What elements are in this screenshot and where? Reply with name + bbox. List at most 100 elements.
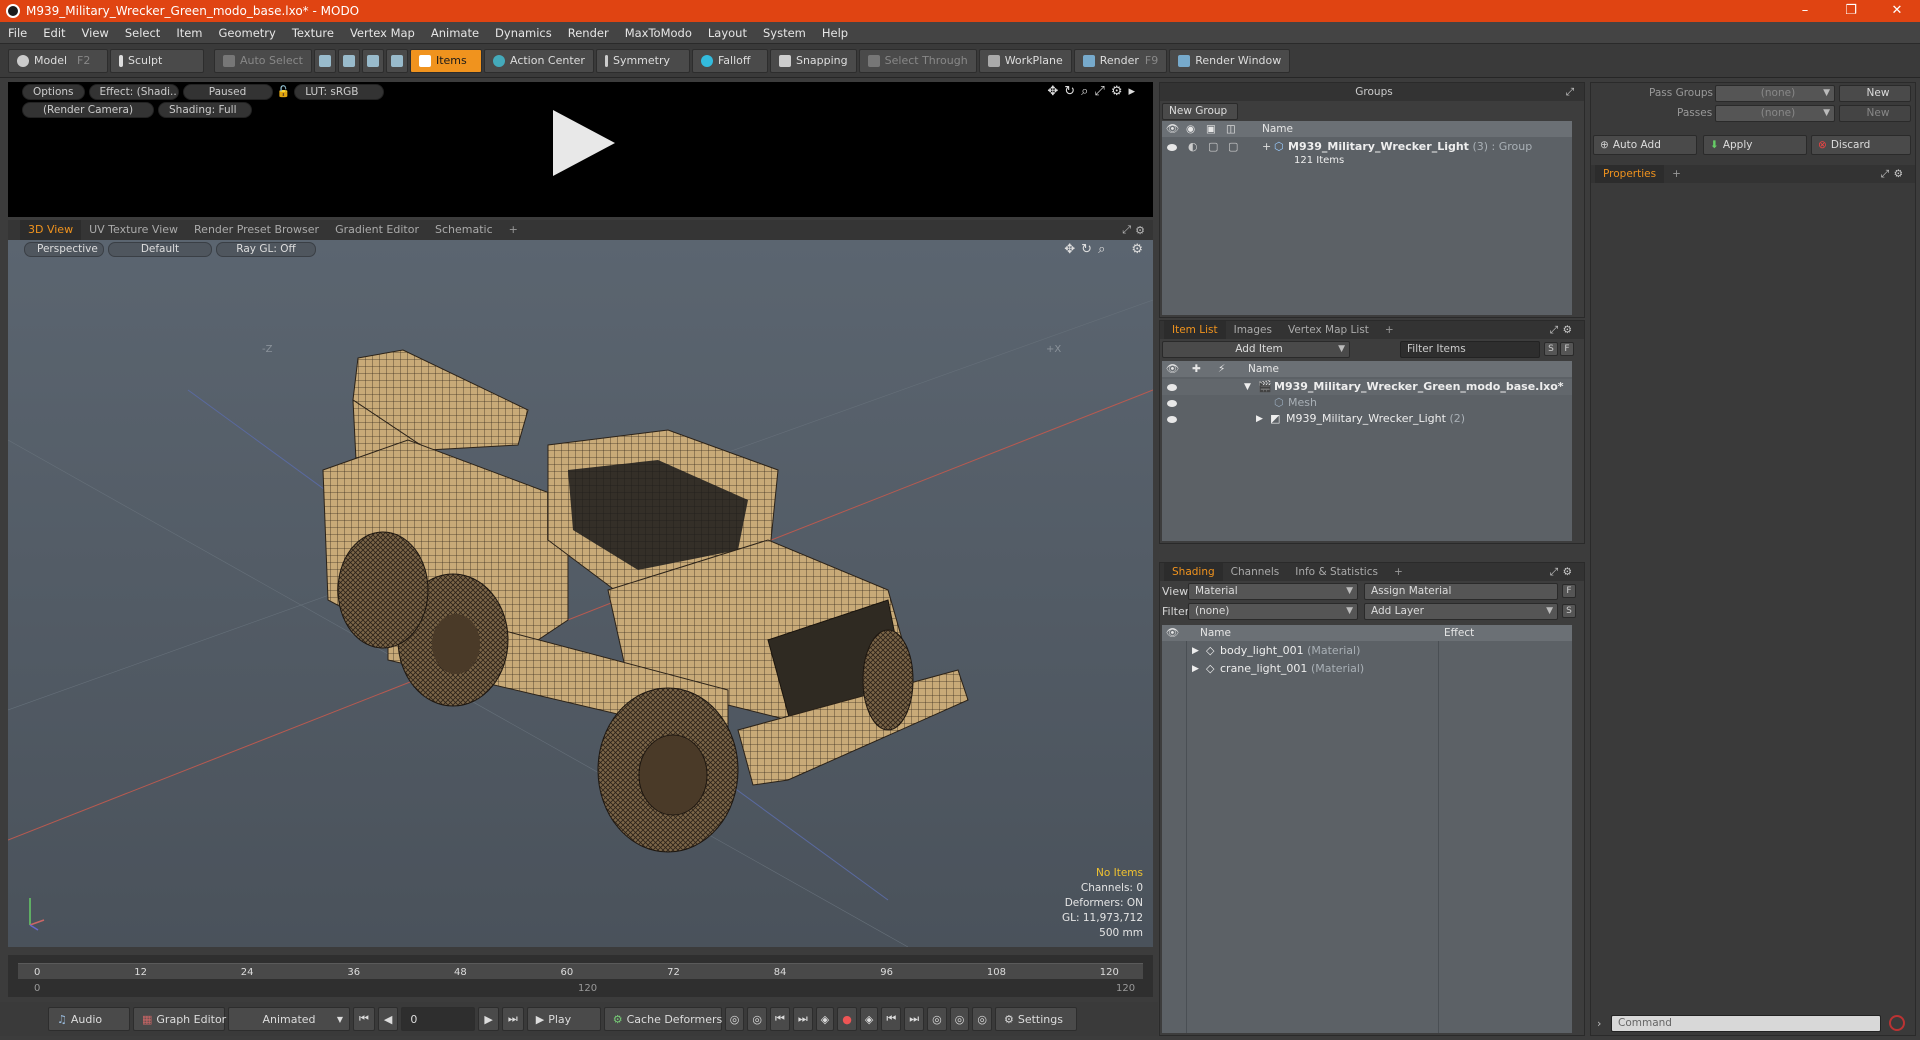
command-input[interactable]: Command	[1611, 1015, 1881, 1032]
gear-icon[interactable]: ⚙	[1135, 224, 1145, 237]
add-tab-button[interactable]: +	[1377, 321, 1402, 339]
graph-editor-button[interactable]: ▦ Graph Editor	[133, 1007, 226, 1031]
list-item[interactable]: ▼ 🎬 M939_Military_Wrecker_Green_modo_bas…	[1162, 379, 1572, 395]
shading-s-button[interactable]: S	[1562, 604, 1576, 618]
key-tool-9[interactable]: ◎	[927, 1007, 947, 1031]
discard-button[interactable]: ⊗ Discard	[1811, 135, 1911, 155]
expand-icon[interactable]: ⤢	[1881, 168, 1889, 181]
add-layer-dropdown[interactable]: Add Layer ▼	[1364, 603, 1558, 620]
expand-arrow-icon[interactable]: ▶	[1192, 661, 1199, 677]
add-item-dropdown[interactable]: Add Item ▼	[1162, 341, 1350, 358]
visibility-icon[interactable]	[1167, 384, 1177, 391]
menu-system[interactable]: System	[755, 26, 814, 40]
expand-icon[interactable]: ⤢	[1550, 324, 1558, 337]
material-mode-button[interactable]	[385, 48, 408, 73]
gear-icon[interactable]: ⚙	[1894, 168, 1903, 180]
expand-arrow-icon[interactable]: ▶	[1256, 411, 1263, 427]
truck-model[interactable]	[8, 240, 1153, 947]
menu-select[interactable]: Select	[117, 26, 168, 40]
add-tab-button[interactable]: +	[501, 220, 526, 240]
settings-button[interactable]: ⚙ Settings	[994, 1007, 1077, 1031]
key-tool-5[interactable]: ◈	[815, 1007, 835, 1031]
play-small-icon[interactable]: ▸	[1128, 84, 1135, 99]
lock-icon[interactable]: 🔓	[277, 84, 291, 100]
visibility-icon[interactable]	[1167, 144, 1177, 151]
menu-dynamics[interactable]: Dynamics	[487, 26, 560, 40]
tab-vertex-map-list[interactable]: Vertex Map List	[1280, 321, 1377, 339]
animated-dropdown[interactable]: Animated ▼	[228, 1007, 350, 1031]
vertex-mode-button[interactable]	[313, 48, 336, 73]
go-end-button[interactable]: ⏭	[501, 1007, 524, 1031]
list-item[interactable]: ▶ ◩ M939_Military_Wrecker_Light (2)	[1162, 411, 1572, 427]
apply-button[interactable]: ⬇ Apply	[1703, 135, 1807, 155]
auto-add-button[interactable]: ⊕ Auto Add	[1593, 135, 1697, 155]
key-tool-8[interactable]: ⏭	[904, 1007, 925, 1031]
new-pass-group-button[interactable]: New	[1839, 85, 1911, 102]
preview-camera-dropdown[interactable]: (Render Camera)	[22, 102, 154, 118]
tab-schematic[interactable]: Schematic	[427, 220, 501, 240]
workplane-button[interactable]: WorkPlane	[978, 48, 1072, 73]
key-tool-11[interactable]: ◎	[972, 1007, 992, 1031]
key-tool-4[interactable]: ⏭	[792, 1007, 813, 1031]
record-macro-icon[interactable]	[1889, 1015, 1905, 1031]
select-icon[interactable]: ▢	[1228, 139, 1238, 155]
lock-icon[interactable]: ▢	[1208, 139, 1218, 155]
add-tab-button[interactable]: +	[1386, 563, 1411, 581]
collapse-arrow-icon[interactable]: ▼	[1244, 379, 1251, 395]
key-tool-10[interactable]: ◎	[949, 1007, 970, 1031]
render-icon[interactable]: ◐	[1188, 139, 1198, 155]
maximize-button[interactable]: ❐	[1828, 0, 1874, 22]
preview-effect-dropdown[interactable]: Effect: (Shadi...	[88, 84, 179, 100]
key-tool-6[interactable]: ◈	[859, 1007, 879, 1031]
expand-arrow-icon[interactable]: ▶	[1192, 643, 1199, 659]
falloff-button[interactable]: Falloff	[691, 48, 768, 73]
tab-3d-view[interactable]: 3D View	[20, 220, 82, 240]
view-dropdown[interactable]: Material ▼	[1188, 583, 1358, 600]
menu-maxtomodo[interactable]: MaxToModo	[617, 26, 700, 40]
play-icon[interactable]	[553, 110, 615, 176]
rotate-icon[interactable]: ↻	[1064, 84, 1075, 99]
go-start-button[interactable]: ⏮	[353, 1007, 375, 1031]
cache-deformers-button[interactable]: ⚙ Cache Deformers	[603, 1007, 722, 1031]
next-frame-button[interactable]: ▶	[478, 1007, 499, 1031]
menu-render[interactable]: Render	[560, 26, 617, 40]
tab-render-preset-browser[interactable]: Render Preset Browser	[186, 220, 327, 240]
menu-layout[interactable]: Layout	[700, 26, 755, 40]
tab-channels[interactable]: Channels	[1223, 563, 1288, 581]
groups-list[interactable]: 👁 ◉ ▣ ◫ Name ◐ ▢ ▢ + ⬡ M939_Military_Wre…	[1162, 121, 1572, 315]
3d-viewport[interactable]: Perspective Default Ray GL: Off ✥ ↻ ⌕ ⚙ …	[8, 240, 1153, 947]
preview-shading-dropdown[interactable]: Shading: Full	[158, 102, 252, 118]
minimize-button[interactable]: –	[1782, 0, 1828, 22]
expand-toggle-icon[interactable]: +	[1262, 139, 1271, 155]
items-mode-button[interactable]: Items	[409, 48, 482, 73]
passes-dropdown[interactable]: (none) ▼	[1715, 105, 1835, 122]
menu-item[interactable]: Item	[168, 26, 210, 40]
symmetry-button[interactable]: Symmetry	[595, 48, 690, 73]
pan-icon[interactable]: ✥	[1047, 84, 1058, 99]
visibility-icon[interactable]	[1167, 416, 1177, 423]
assign-material-button[interactable]: Assign Material	[1364, 583, 1558, 600]
shading-tree[interactable]: 👁 Name Effect ▶ ◇ body_light_001 (Materi…	[1162, 625, 1572, 1033]
select-through-button[interactable]: Select Through	[858, 48, 977, 73]
snapping-button[interactable]: Snapping	[769, 48, 857, 73]
menu-animate[interactable]: Animate	[423, 26, 487, 40]
menu-geometry[interactable]: Geometry	[211, 26, 284, 40]
key-tool-7[interactable]: ⏮	[881, 1007, 902, 1031]
frame-input[interactable]: 0	[401, 1007, 476, 1031]
tab-uv-texture-view[interactable]: UV Texture View	[81, 220, 186, 240]
render-button[interactable]: Render F9	[1073, 48, 1168, 73]
menu-vertex-map[interactable]: Vertex Map	[342, 26, 423, 40]
action-center-button[interactable]: Action Center	[483, 48, 594, 73]
menu-view[interactable]: View	[74, 26, 117, 40]
tab-info-statistics[interactable]: Info & Statistics	[1287, 563, 1386, 581]
key-tool-2[interactable]: ◎	[747, 1007, 767, 1031]
new-pass-button[interactable]: New	[1839, 105, 1911, 122]
pass-groups-dropdown[interactable]: (none) ▼	[1715, 85, 1835, 102]
material-row[interactable]: ▶ ◇ crane_light_001 (Material)	[1162, 661, 1572, 677]
timeline[interactable]: 0 12 24 36 48 60 72 84 96 108 120 0 120 120	[8, 955, 1153, 997]
key-tool-1[interactable]: ◎	[724, 1007, 745, 1031]
tab-images[interactable]: Images	[1226, 321, 1280, 339]
tab-item-list[interactable]: Item List	[1164, 321, 1226, 339]
list-item[interactable]: ⬡ Mesh	[1162, 395, 1572, 411]
group-row[interactable]: ◐ ▢ ▢ + ⬡ M939_Military_Wrecker_Light (3…	[1162, 139, 1572, 155]
